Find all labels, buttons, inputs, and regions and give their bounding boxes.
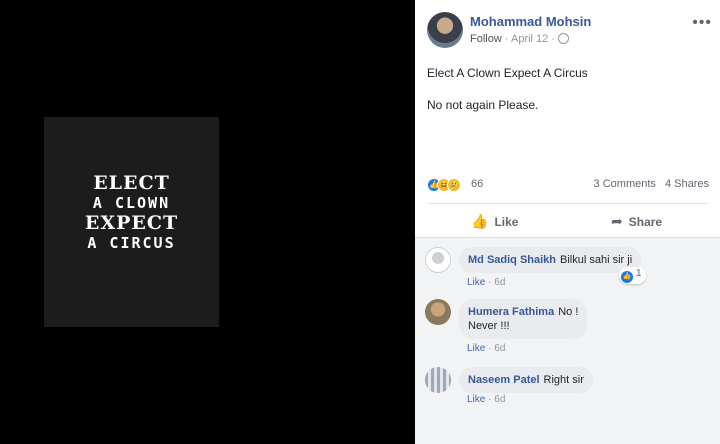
sad-reaction-icon: 😢 [447, 178, 461, 192]
post-paragraph: No not again Please. [427, 98, 539, 112]
comment-separator: · [488, 277, 492, 288]
engagement-counts: 3 Comments 4 Shares [588, 178, 709, 190]
post-date[interactable]: April 12 [511, 33, 548, 45]
share-button-label: Share [628, 215, 663, 229]
comment-time[interactable]: 6d [494, 394, 505, 405]
thumbs-up-icon: 👍 [471, 213, 489, 229]
comment-bubble: Naseem Patel Right sir [459, 367, 593, 393]
photo-viewer: ELECT A CLOWN EXPECT A CIRCUS [0, 0, 415, 444]
poster-line-3: EXPECT [84, 212, 179, 234]
like-button[interactable]: 👍 Like [471, 204, 518, 238]
commenter-name[interactable]: Naseem Patel [468, 374, 540, 386]
post-sidebar: Mohammad Mohsin Follow · April 12 · ••• … [415, 0, 720, 444]
meta-separator: · [504, 33, 509, 45]
post-stats: 👍 😆 😢 66 3 Comments 4 Shares [427, 178, 709, 194]
commenter-name[interactable]: Humera Fathima [468, 306, 554, 318]
comment-text: Right sir [543, 374, 584, 386]
post-meta: Follow · April 12 · [470, 33, 570, 45]
like-reaction-icon: 👍 [621, 271, 633, 283]
comment-reaction-count: 1 [636, 268, 642, 279]
comment-text: Never !!! [468, 320, 510, 332]
comment-separator: · [488, 394, 492, 405]
poster-text: ELECT A CLOWN EXPECT A CIRCUS [44, 173, 219, 253]
comment-like-link[interactable]: Like [467, 343, 485, 354]
post-paragraph: Elect A Clown Expect A Circus [427, 66, 588, 80]
comment-like-link[interactable]: Like [467, 277, 485, 288]
comments-count[interactable]: 3 Comments [594, 178, 656, 190]
comment-bubble: Humera Fathima No ! Never !!! [459, 299, 588, 339]
comment-actions: Like · 6d [467, 277, 505, 288]
reaction-count[interactable]: 66 [471, 178, 483, 190]
comment-text: No ! [558, 306, 579, 318]
globe-icon [558, 33, 570, 44]
comment-reactions[interactable]: 👍 1 [619, 267, 646, 284]
comment-time[interactable]: 6d [494, 277, 505, 288]
post-body: Elect A Clown Expect A Circus No not aga… [427, 65, 707, 129]
share-button[interactable]: ➦ Share [611, 204, 662, 238]
commenter-avatar[interactable] [425, 367, 451, 393]
comment-time[interactable]: 6d [494, 343, 505, 354]
author-avatar[interactable] [427, 12, 463, 48]
commenter-name[interactable]: Md Sadiq Shaikh [468, 254, 556, 266]
poster-line-4: A CIRCUS [87, 234, 176, 252]
commenter-avatar[interactable] [425, 299, 451, 325]
like-button-label: Like [494, 215, 519, 229]
commenter-avatar[interactable] [425, 247, 451, 273]
comment-text: Bilkul sahi sir ji [560, 254, 633, 266]
shares-count[interactable]: 4 Shares [665, 178, 709, 190]
meta-separator: · [551, 33, 556, 45]
comment-bubble: Md Sadiq Shaikh Bilkul sahi sir ji [459, 247, 642, 273]
post-image[interactable]: ELECT A CLOWN EXPECT A CIRCUS [44, 117, 219, 327]
author-name[interactable]: Mohammad Mohsin [470, 14, 591, 29]
poster-line-1: ELECT [93, 172, 170, 194]
follow-link[interactable]: Follow [470, 33, 502, 45]
poster-line-2: A CLOWN [92, 194, 171, 212]
post-header: Mohammad Mohsin Follow · April 12 · ••• [427, 12, 712, 52]
action-bar: 👍 Like ➦ Share [427, 203, 709, 237]
comment-actions: Like · 6d [467, 394, 505, 405]
comment-actions: Like · 6d [467, 343, 505, 354]
comments-section: Md Sadiq Shaikh Bilkul sahi sir ji 👍 1 Lik… [415, 237, 720, 444]
comment-like-link[interactable]: Like [467, 394, 485, 405]
more-icon[interactable]: ••• [692, 14, 712, 32]
share-arrow-icon: ➦ [611, 213, 623, 229]
comment-separator: · [488, 343, 492, 354]
